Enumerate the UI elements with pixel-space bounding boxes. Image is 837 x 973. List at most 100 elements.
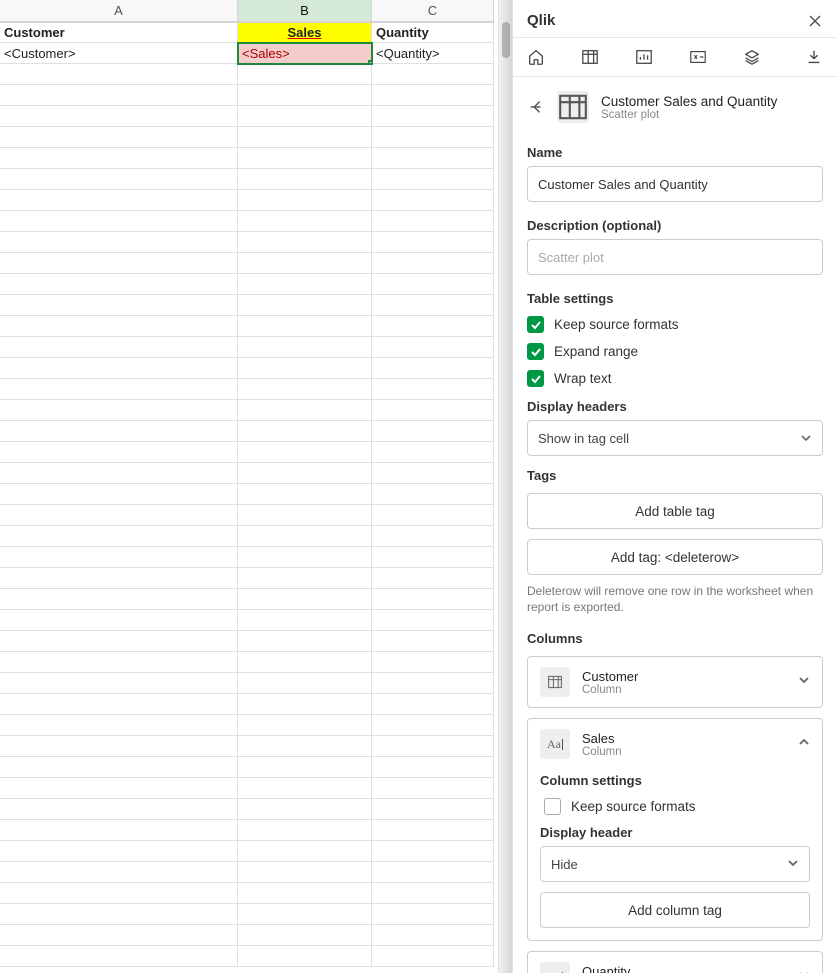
- cell-empty[interactable]: [238, 694, 372, 715]
- cell-empty[interactable]: [372, 463, 494, 484]
- cell-empty[interactable]: [372, 820, 494, 841]
- cell-empty[interactable]: [238, 337, 372, 358]
- cell-empty[interactable]: [372, 64, 494, 85]
- cell-empty[interactable]: [238, 547, 372, 568]
- cell-empty[interactable]: [238, 799, 372, 820]
- cell-empty[interactable]: [372, 652, 494, 673]
- checkbox-icon[interactable]: [527, 343, 544, 360]
- cell-empty[interactable]: [0, 106, 238, 127]
- cell-empty[interactable]: [238, 442, 372, 463]
- cell-empty[interactable]: [372, 316, 494, 337]
- cell-empty[interactable]: [372, 589, 494, 610]
- cell-empty[interactable]: [238, 106, 372, 127]
- cell-empty[interactable]: [0, 148, 238, 169]
- cell-empty[interactable]: [372, 757, 494, 778]
- cell-empty[interactable]: [372, 85, 494, 106]
- cell-empty[interactable]: [238, 925, 372, 946]
- cell-empty[interactable]: [238, 778, 372, 799]
- cell-empty[interactable]: [0, 232, 238, 253]
- cell-empty[interactable]: [372, 715, 494, 736]
- cell-empty[interactable]: [0, 442, 238, 463]
- cell-empty[interactable]: [0, 652, 238, 673]
- cell-empty[interactable]: [0, 337, 238, 358]
- cell-empty[interactable]: [0, 694, 238, 715]
- cell-empty[interactable]: [238, 610, 372, 631]
- cell-empty[interactable]: [0, 316, 238, 337]
- cell-empty[interactable]: [0, 547, 238, 568]
- cell-empty[interactable]: [372, 526, 494, 547]
- cell-empty[interactable]: [0, 862, 238, 883]
- cell-a2[interactable]: <Customer>: [0, 43, 238, 64]
- cell-empty[interactable]: [238, 841, 372, 862]
- cell-empty[interactable]: [238, 253, 372, 274]
- cell-empty[interactable]: [238, 715, 372, 736]
- cell-c1[interactable]: Quantity: [372, 22, 494, 43]
- close-icon[interactable]: [807, 13, 823, 29]
- cell-empty[interactable]: [238, 169, 372, 190]
- vertical-scrollbar[interactable]: [498, 0, 512, 973]
- keep-source-formats-check[interactable]: Keep source formats: [544, 798, 810, 815]
- cell-empty[interactable]: [372, 421, 494, 442]
- cell-empty[interactable]: [372, 925, 494, 946]
- cell-empty[interactable]: [0, 505, 238, 526]
- display-header-select[interactable]: Hide: [540, 846, 810, 882]
- cell-empty[interactable]: [0, 736, 238, 757]
- cell-empty[interactable]: [372, 148, 494, 169]
- col-header-a[interactable]: A: [0, 0, 238, 22]
- cell-empty[interactable]: [238, 232, 372, 253]
- cell-empty[interactable]: [372, 442, 494, 463]
- back-icon[interactable]: [527, 98, 545, 116]
- cell-c2[interactable]: <Quantity>: [372, 43, 494, 64]
- cell-empty[interactable]: [0, 64, 238, 85]
- cell-empty[interactable]: [238, 904, 372, 925]
- cell-empty[interactable]: [372, 358, 494, 379]
- cell-empty[interactable]: [372, 253, 494, 274]
- cell-empty[interactable]: [0, 568, 238, 589]
- cell-b1[interactable]: Sales: [238, 22, 372, 43]
- cell-empty[interactable]: [0, 904, 238, 925]
- variable-icon[interactable]: [689, 48, 707, 66]
- cell-empty[interactable]: [372, 673, 494, 694]
- col-header-c[interactable]: C: [372, 0, 494, 22]
- cell-empty[interactable]: [238, 484, 372, 505]
- cell-empty[interactable]: [0, 526, 238, 547]
- cell-empty[interactable]: [238, 589, 372, 610]
- cell-empty[interactable]: [372, 400, 494, 421]
- cell-empty[interactable]: [0, 190, 238, 211]
- cell-empty[interactable]: [238, 946, 372, 967]
- chevron-down-icon[interactable]: [798, 673, 810, 691]
- column-card-header[interactable]: CustomerColumn: [528, 657, 822, 707]
- cell-empty[interactable]: [238, 757, 372, 778]
- cell-empty[interactable]: [238, 883, 372, 904]
- checkbox-icon[interactable]: [527, 370, 544, 387]
- cell-empty[interactable]: [0, 946, 238, 967]
- cell-a1[interactable]: Customer: [0, 22, 238, 43]
- cell-empty[interactable]: [0, 589, 238, 610]
- cell-empty[interactable]: [238, 421, 372, 442]
- cell-empty[interactable]: [238, 736, 372, 757]
- scrollbar-thumb[interactable]: [502, 22, 510, 58]
- cell-empty[interactable]: [0, 211, 238, 232]
- col-header-b[interactable]: B: [238, 0, 372, 22]
- cell-empty[interactable]: [372, 568, 494, 589]
- checkbox-icon[interactable]: [527, 316, 544, 333]
- cell-empty[interactable]: [372, 379, 494, 400]
- cell-empty[interactable]: [0, 715, 238, 736]
- cell-empty[interactable]: [0, 358, 238, 379]
- cell-empty[interactable]: [0, 778, 238, 799]
- download-icon[interactable]: [805, 48, 823, 66]
- cell-empty[interactable]: [0, 253, 238, 274]
- cell-empty[interactable]: [0, 295, 238, 316]
- cell-empty[interactable]: [0, 400, 238, 421]
- cell-empty[interactable]: [238, 820, 372, 841]
- cell-empty[interactable]: [372, 631, 494, 652]
- cell-empty[interactable]: [372, 274, 494, 295]
- column-card-header[interactable]: AaSalesColumn: [528, 719, 822, 769]
- cell-empty[interactable]: [372, 190, 494, 211]
- setting-check[interactable]: Wrap text: [527, 370, 823, 387]
- setting-check[interactable]: Expand range: [527, 343, 823, 360]
- chart-icon[interactable]: [635, 48, 653, 66]
- cell-empty[interactable]: [238, 400, 372, 421]
- add-column-tag-button[interactable]: Add column tag: [540, 892, 810, 928]
- description-input[interactable]: [527, 239, 823, 275]
